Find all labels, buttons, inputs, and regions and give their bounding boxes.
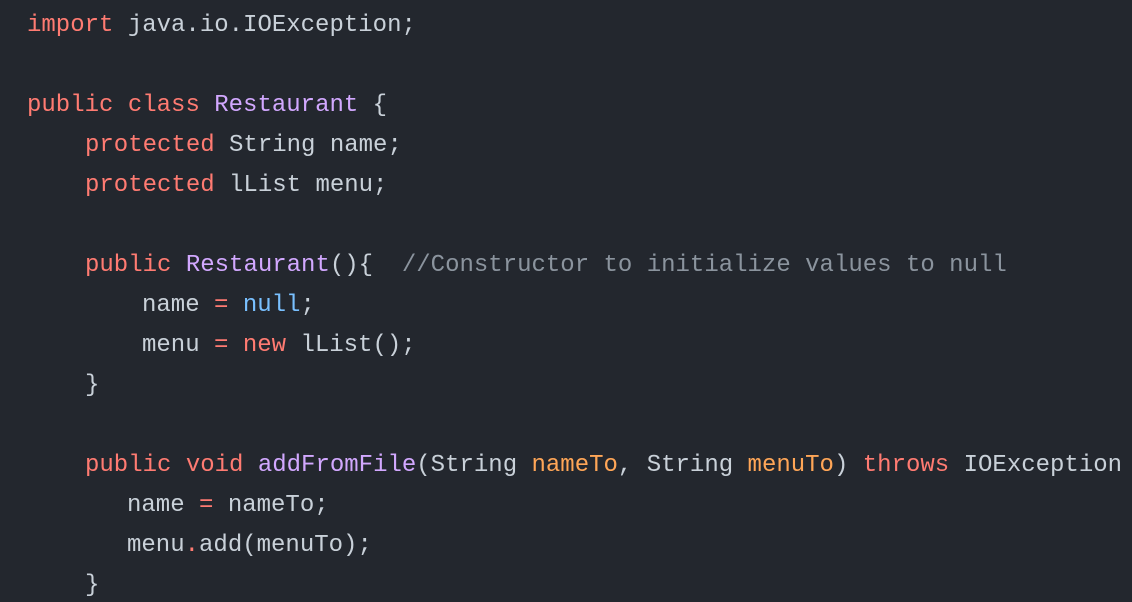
code-token-function-name: addFromFile [257,452,417,479]
code-token-text: lList(); [286,332,416,359]
code-line-menu-add: menu.add(menuTo); [127,526,372,566]
code-line-field-menu: protected lList menu; [85,166,387,206]
code-token-operator: = [199,492,214,519]
code-line-assign-name-null: name = null; [142,286,315,326]
code-line-constructor: public Restaurant(){ //Constructor to in… [85,246,1007,286]
code-line-constructor-close: } [85,366,99,406]
code-token-keyword: public [27,92,114,119]
code-token-keyword: protected [85,132,215,159]
code-line-class-declaration: public class Restaurant { [27,86,387,126]
code-token-text: { [358,92,388,119]
code-line-method-addfromfile: public void addFromFile(String nameTo, S… [85,446,1122,486]
code-token-text: IOException [949,452,1123,479]
code-token-text: java.io.IOException; [113,12,416,39]
code-token-comment: //Constructor to initialize values to nu… [401,252,1007,279]
code-line-assign-menu-new: menu = new lList(); [142,326,416,366]
code-line-import: import java.io.IOException; [27,6,416,46]
code-token-operator: . [184,532,200,559]
code-token-text: } [85,372,100,399]
code-token-keyword: new [242,332,287,359]
code-token-text: , String [617,452,748,479]
code-token-parameter: menuTo [747,452,834,479]
code-token-text: String name; [214,132,402,159]
code-token-text: (String [416,452,532,479]
code-token-text: (){ [329,252,402,279]
code-line-method-close: } [85,566,99,602]
code-token-type-name: Restaurant [214,92,359,119]
code-line-field-name: protected String name; [85,126,402,166]
code-token-text: name [142,292,215,319]
code-token-text: nameTo; [213,492,329,519]
code-token-keyword: protected [85,172,215,199]
code-token-text: ; [300,292,315,319]
code-token-text: add(menuTo); [199,532,372,559]
code-token-function-name: Restaurant [185,252,330,279]
code-token-parameter: nameTo [531,452,618,479]
code-token-keyword: class [127,92,200,119]
code-editor-view[interactable]: import java.io.IOException; public class… [0,0,1132,602]
code-token-operator: = [214,292,229,319]
code-token-text: menu [142,332,215,359]
code-token-keyword: throws [862,452,950,479]
code-line-assign-name-nameto: name = nameTo; [127,486,329,526]
code-token-literal: null [242,292,301,319]
code-token-text: menu [127,532,185,559]
code-token-keyword: import [27,12,114,39]
code-token-keyword: public [85,252,172,279]
code-token-text: name [127,492,200,519]
code-token-keyword: public [85,452,172,479]
code-token-text: } [85,572,100,599]
code-token-text: lList menu; [214,172,388,199]
code-token-operator: = [214,332,229,359]
code-token-text: ) [833,452,863,479]
code-token-keyword: void [185,452,244,479]
